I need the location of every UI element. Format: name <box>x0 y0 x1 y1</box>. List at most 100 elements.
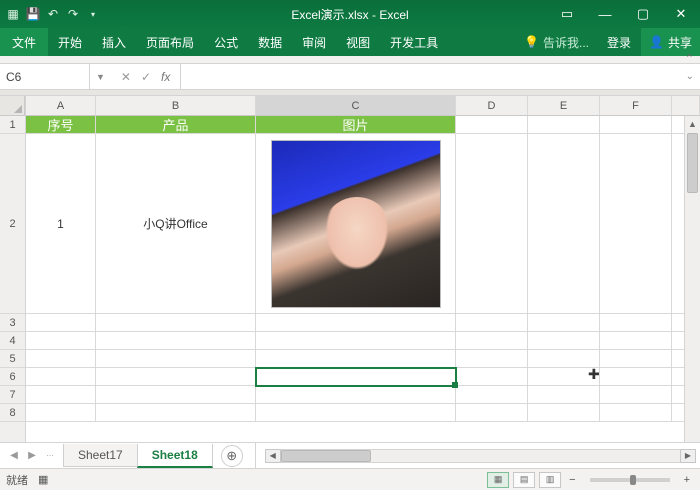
cell-C4[interactable] <box>256 332 456 350</box>
tab-review[interactable]: 审阅 <box>292 28 336 56</box>
cell-E1[interactable] <box>528 116 600 134</box>
cell-E7[interactable] <box>528 386 600 404</box>
row-header-2[interactable]: 2 <box>0 134 25 314</box>
row-header-7[interactable]: 7 <box>0 386 25 404</box>
cell-F4[interactable] <box>600 332 672 350</box>
cell-F6[interactable] <box>600 368 672 386</box>
cell-C7[interactable] <box>256 386 456 404</box>
col-header-E[interactable]: E <box>528 96 600 115</box>
vertical-scrollbar[interactable]: ▲ <box>684 116 700 442</box>
qat-dropdown-icon[interactable]: ▾ <box>84 5 102 23</box>
cell-A2[interactable]: 1 <box>26 134 96 314</box>
close-button[interactable]: ✕ <box>662 0 700 28</box>
cell-C2[interactable] <box>256 134 456 314</box>
cell-D2[interactable] <box>456 134 528 314</box>
cell-C8[interactable] <box>256 404 456 422</box>
row-header-8[interactable]: 8 <box>0 404 25 422</box>
cell-D3[interactable] <box>456 314 528 332</box>
tab-home[interactable]: 开始 <box>48 28 92 56</box>
fx-icon[interactable]: fx <box>161 70 170 84</box>
sheetbar-divider[interactable] <box>255 443 261 468</box>
sheet-tab-sheet18[interactable]: Sheet18 <box>137 444 213 468</box>
embedded-image[interactable] <box>271 140 441 308</box>
cell-A3[interactable] <box>26 314 96 332</box>
cell-B2[interactable]: 小Q讲Office <box>96 134 256 314</box>
name-box-dropdown-icon[interactable]: ▼ <box>90 72 111 82</box>
cell-E2[interactable] <box>528 134 600 314</box>
vscroll-thumb[interactable] <box>687 133 698 193</box>
cell-A8[interactable] <box>26 404 96 422</box>
tab-insert[interactable]: 插入 <box>92 28 136 56</box>
row-header-1[interactable]: 1 <box>0 116 25 134</box>
row-header-4[interactable]: 4 <box>0 332 25 350</box>
cell-F1[interactable] <box>600 116 672 134</box>
cell-B6[interactable] <box>96 368 256 386</box>
save-icon[interactable]: 💾 <box>24 5 42 23</box>
cell-D8[interactable] <box>456 404 528 422</box>
cell-B3[interactable] <box>96 314 256 332</box>
row-header-6[interactable]: 6 <box>0 368 25 386</box>
tell-me-search[interactable]: 💡 告诉我... <box>516 34 597 51</box>
page-break-view-button[interactable]: ▥ <box>539 472 561 488</box>
col-header-A[interactable]: A <box>26 96 96 115</box>
name-box[interactable]: C6 <box>0 64 90 89</box>
accept-formula-icon[interactable]: ✓ <box>141 70 151 84</box>
cell-A7[interactable] <box>26 386 96 404</box>
cell-F2[interactable] <box>600 134 672 314</box>
sign-in-button[interactable]: 登录 <box>597 34 641 51</box>
sheet-nav-next-icon[interactable]: ▶ <box>24 450 40 461</box>
col-header-partial[interactable] <box>672 96 700 115</box>
redo-icon[interactable]: ↷ <box>64 5 82 23</box>
formula-bar[interactable] <box>180 64 679 89</box>
horizontal-scrollbar[interactable]: ◀ ▶ <box>265 449 700 463</box>
collapsed-ribbon[interactable] <box>0 56 700 64</box>
cell-B4[interactable] <box>96 332 256 350</box>
add-sheet-button[interactable]: ⊕ <box>221 445 243 467</box>
sheet-nav-prev-icon[interactable]: ◀ <box>6 450 22 461</box>
cell-D6[interactable] <box>456 368 528 386</box>
col-header-C[interactable]: C <box>256 96 456 115</box>
cancel-formula-icon[interactable]: ✕ <box>121 70 131 84</box>
tab-developer[interactable]: 开发工具 <box>380 28 448 56</box>
cell-C3[interactable] <box>256 314 456 332</box>
row-header-3[interactable]: 3 <box>0 314 25 332</box>
ribbon-options-icon[interactable]: ▭ <box>548 0 586 28</box>
page-layout-view-button[interactable]: ▤ <box>513 472 535 488</box>
formula-bar-expand-icon[interactable]: ⌄ <box>680 71 700 82</box>
cell-B5[interactable] <box>96 350 256 368</box>
col-header-F[interactable]: F <box>600 96 672 115</box>
cell-B8[interactable] <box>96 404 256 422</box>
tab-page-layout[interactable]: 页面布局 <box>136 28 204 56</box>
file-tab[interactable]: 文件 <box>0 28 48 56</box>
hscroll-right-icon[interactable]: ▶ <box>680 449 696 463</box>
cell-F5[interactable] <box>600 350 672 368</box>
sheet-nav-more-icon[interactable]: ⋯ <box>42 452 58 460</box>
cell-F7[interactable] <box>600 386 672 404</box>
tab-view[interactable]: 视图 <box>336 28 380 56</box>
zoom-in-button[interactable]: + <box>680 474 694 486</box>
cell-E4[interactable] <box>528 332 600 350</box>
cell-C1[interactable]: 图片 <box>256 116 456 134</box>
cell-C5[interactable] <box>256 350 456 368</box>
tab-formulas[interactable]: 公式 <box>204 28 248 56</box>
cell-F8[interactable] <box>600 404 672 422</box>
cell-D7[interactable] <box>456 386 528 404</box>
macro-record-icon[interactable]: ▦ <box>38 473 48 486</box>
col-header-D[interactable]: D <box>456 96 528 115</box>
cell-D5[interactable] <box>456 350 528 368</box>
cell-A6[interactable] <box>26 368 96 386</box>
cell-A5[interactable] <box>26 350 96 368</box>
zoom-slider[interactable] <box>590 478 670 482</box>
col-header-B[interactable]: B <box>96 96 256 115</box>
scroll-up-icon[interactable]: ▲ <box>685 116 700 132</box>
undo-icon[interactable]: ↶ <box>44 5 62 23</box>
hscroll-left-icon[interactable]: ◀ <box>265 449 281 463</box>
cell-B1[interactable]: 产品 <box>96 116 256 134</box>
minimize-button[interactable]: — <box>586 0 624 28</box>
cell-F3[interactable] <box>600 314 672 332</box>
hscroll-thumb[interactable] <box>281 450 371 462</box>
cell-A4[interactable] <box>26 332 96 350</box>
maximize-button[interactable]: ▢ <box>624 0 662 28</box>
normal-view-button[interactable]: ▦ <box>487 472 509 488</box>
cell-A1[interactable]: 序号 <box>26 116 96 134</box>
